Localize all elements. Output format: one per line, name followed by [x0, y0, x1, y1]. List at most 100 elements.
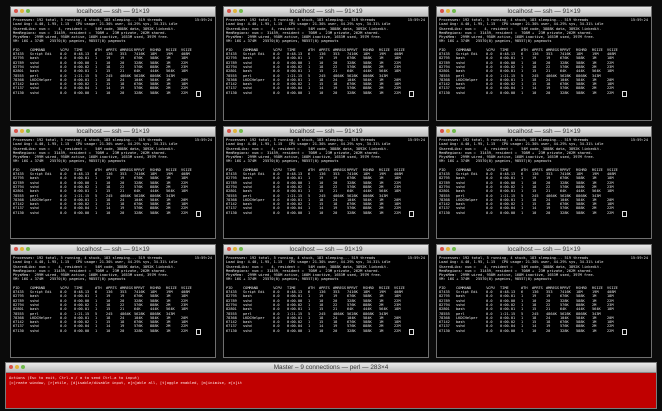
master-window[interactable]: Master – 9 connections — perl — 283×4 Ac…	[5, 362, 657, 409]
process-cell: sshd	[30, 90, 39, 95]
process-list: 87435 Script Edi 0.0 0:48.13 6 136 353 7416K 18M…	[13, 52, 213, 97]
window-titlebar[interactable]: Master – 9 connections — perl — 283×4	[6, 363, 656, 373]
process-cell: 10	[319, 90, 324, 95]
window-titlebar[interactable]: localhost — ssh — 91×19	[437, 7, 651, 17]
process-list: 87435 Script Edi 0.0 0:48.13 6 136 353 7416K 18M…	[226, 52, 426, 97]
terminal-window[interactable]: localhost — ssh — 91×19 15:59:24 Process…	[10, 244, 216, 358]
process-cell: 588K	[576, 90, 585, 95]
process-cell: 10	[532, 210, 537, 215]
window-titlebar[interactable]: localhost — ssh — 91×19	[224, 245, 428, 255]
process-cell: 18M	[181, 69, 188, 74]
process-list: 87435 Script Edi 0.0 0:48.13 6 136 353 7416K 18M…	[439, 52, 649, 97]
terminal-body[interactable]: 15:59:24 Processes: 192 total, 5 running…	[224, 17, 428, 120]
process-cell: 0.0	[60, 328, 67, 333]
process-cell: 0.0	[60, 90, 67, 95]
master-console[interactable]: Actions (Esc to exit, Ctrl-a / a to send…	[6, 373, 656, 408]
process-cell: 18M	[181, 307, 188, 312]
terminal-body[interactable]: 15:59:24 Processes: 192 total, 5 running…	[11, 17, 215, 120]
process-cell: 0:00.00	[74, 90, 90, 95]
terminal-body[interactable]: 15:59:24 Processes: 192 total, 5 running…	[437, 255, 651, 357]
window-titlebar[interactable]: localhost — ssh — 91×19	[437, 245, 651, 255]
terminal-window[interactable]: localhost — ssh — 91×19 15:59:24 Process…	[223, 6, 429, 121]
process-cell: 0:00.00	[74, 328, 90, 333]
window-title: localhost — ssh — 91×19	[507, 246, 581, 253]
process-cell: 588K	[150, 210, 159, 215]
process-cell: 20	[120, 328, 125, 333]
terminal-window[interactable]: localhost — ssh — 91×19 15:59:24 Process…	[223, 244, 429, 358]
process-cell: 18M	[181, 189, 188, 194]
window-title: localhost — ssh — 91×19	[76, 246, 150, 253]
process-cell: 328K	[134, 328, 143, 333]
process-cell: 1M	[379, 328, 384, 333]
clock: 15:59:24	[630, 18, 648, 22]
process-row: 67130 sshd 0.0 0:00.00 1 10 20 328K 588K 1M 22M	[13, 90, 213, 97]
terminal-window[interactable]: localhost — ssh — 91×19 15:59:24 Process…	[10, 126, 216, 239]
process-cell: 1M	[166, 90, 171, 95]
process-cell: 1	[308, 210, 311, 215]
window-title: localhost — ssh — 91×19	[76, 128, 150, 135]
process-cell: 67130	[226, 328, 237, 333]
terminal-window[interactable]: localhost — ssh — 91×19 15:59:24 Process…	[436, 244, 652, 358]
clock: 15:59:24	[194, 18, 212, 22]
process-cell: 18M	[607, 189, 614, 194]
clock: 15:59:24	[630, 256, 648, 260]
process-row: 67130 sshd 0.0 0:00.00 1 10 20 328K 588K 1M 22M	[226, 328, 426, 335]
process-cell: 22M	[181, 210, 188, 215]
process-cell: 22M	[607, 328, 614, 333]
process-cell: 10	[106, 210, 111, 215]
process-cell: 328K	[347, 210, 356, 215]
process-cell: 20	[546, 210, 551, 215]
process-cell: 10	[106, 328, 111, 333]
process-cell: 67130	[13, 90, 24, 95]
process-cell: 328K	[347, 328, 356, 333]
process-list: 87435 Script Edi 0.0 0:48.13 6 136 353 7416K 18M…	[226, 290, 426, 335]
terminal-window[interactable]: localhost — ssh — 91×19 15:59:24 Process…	[436, 6, 652, 121]
process-cell: 328K	[134, 90, 143, 95]
process-cell: sshd	[456, 210, 465, 215]
summary-line: VM: 16G + 374M 25570(0) pageins, 98557(0…	[13, 277, 126, 282]
process-cell: 1M	[379, 90, 384, 95]
process-cell: 22M	[394, 90, 401, 95]
process-cell: 588K	[576, 210, 585, 215]
text-cursor	[409, 328, 414, 335]
clock: 15:59:24	[407, 138, 425, 142]
window-titlebar[interactable]: localhost — ssh — 91×19	[224, 127, 428, 137]
text-cursor	[196, 210, 201, 217]
process-list: 87435 Script Edi 0.0 0:48.13 6 136 353 7416K 18M…	[439, 172, 649, 217]
process-cell: 20	[333, 90, 338, 95]
process-cell: 67130	[439, 328, 450, 333]
window-title: localhost — ssh — 91×19	[507, 128, 581, 135]
process-cell: 67130	[13, 328, 24, 333]
process-row: 67130 sshd 0.0 0:00.00 1 10 20 328K 588K 1M 22M	[226, 210, 426, 217]
terminal-body[interactable]: 15:59:24 Processes: 192 total, 5 running…	[437, 137, 651, 238]
clock: 15:59:24	[194, 256, 212, 260]
window-titlebar[interactable]: localhost — ssh — 91×19	[11, 127, 215, 137]
summary-line: VM: 16G + 374M 25570(0) pageins, 98557(0…	[226, 39, 339, 44]
terminal-body[interactable]: 15:59:24 Processes: 192 total, 5 running…	[224, 255, 428, 357]
terminal-body[interactable]: 15:59:24 Processes: 192 total, 5 running…	[437, 17, 651, 120]
process-cell: 328K	[560, 210, 569, 215]
process-cell: 1M	[592, 90, 597, 95]
window-titlebar[interactable]: localhost — ssh — 91×19	[11, 7, 215, 17]
terminal-body[interactable]: 15:59:24 Processes: 192 total, 5 running…	[11, 255, 215, 357]
process-cell: 67130	[226, 210, 237, 215]
process-cell: 1	[95, 90, 98, 95]
window-titlebar[interactable]: localhost — ssh — 91×19	[11, 245, 215, 255]
process-cell: 20	[120, 90, 125, 95]
process-cell: 0:00.00	[287, 328, 303, 333]
terminal-body[interactable]: 15:59:24 Processes: 192 total, 5 running…	[224, 137, 428, 238]
terminal-window[interactable]: localhost — ssh — 91×19 15:59:24 Process…	[10, 6, 216, 121]
terminal-window[interactable]: localhost — ssh — 91×19 15:59:24 Process…	[223, 126, 429, 239]
process-cell: 0.0	[273, 210, 280, 215]
window-title: localhost — ssh — 91×19	[507, 8, 581, 15]
process-cell: 67130	[226, 90, 237, 95]
clock: 15:59:24	[194, 138, 212, 142]
process-cell: 20	[333, 210, 338, 215]
process-cell: 18M	[394, 69, 401, 74]
terminal-body[interactable]: 15:59:24 Processes: 192 total, 5 running…	[11, 137, 215, 238]
window-titlebar[interactable]: localhost — ssh — 91×19	[437, 127, 651, 137]
process-cell: 0.0	[486, 90, 493, 95]
process-cell: sshd	[243, 90, 252, 95]
terminal-window[interactable]: localhost — ssh — 91×19 15:59:24 Process…	[436, 126, 652, 239]
window-titlebar[interactable]: localhost — ssh — 91×19	[224, 7, 428, 17]
